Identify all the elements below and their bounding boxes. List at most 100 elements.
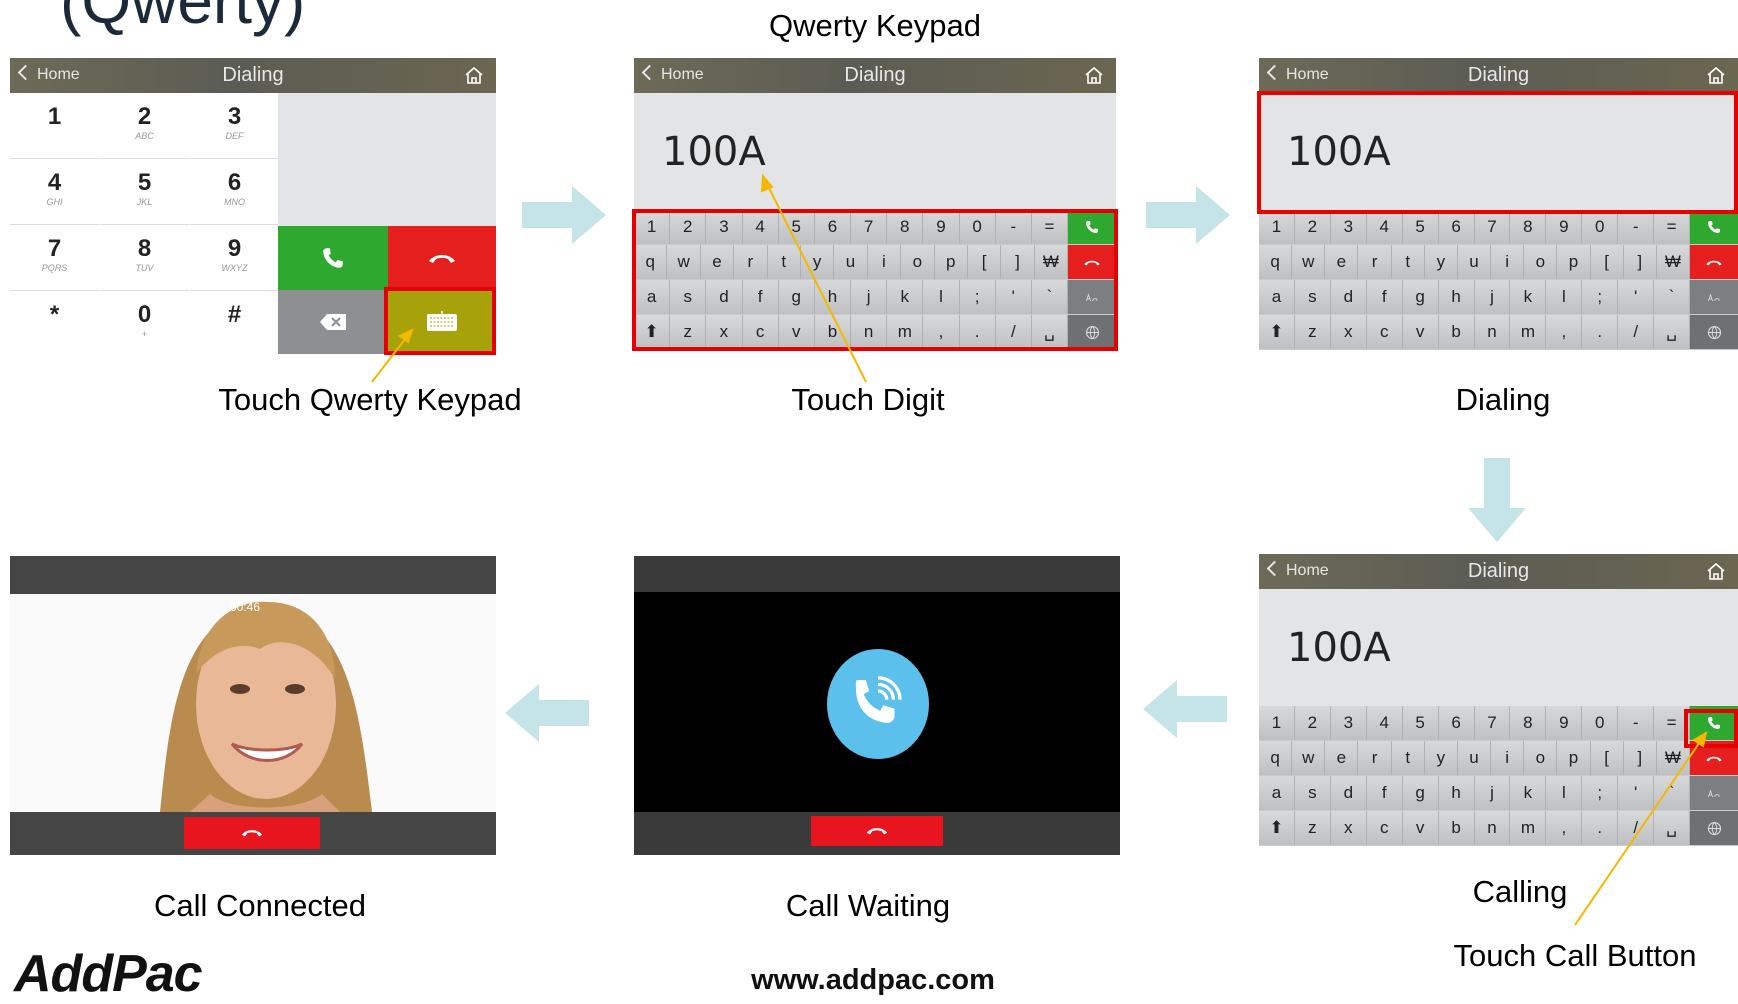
dial-key-4[interactable]: 4 GHI: [10, 159, 99, 225]
keyboard-key[interactable]: c: [742, 315, 779, 349]
globe-key[interactable]: [1068, 315, 1116, 349]
keyboard-key[interactable]: 6: [1438, 706, 1475, 740]
keyboard-key[interactable]: m: [887, 315, 924, 349]
keyboard-key[interactable]: d: [1330, 280, 1367, 314]
dial-key-0[interactable]: 0 +: [100, 291, 189, 354]
keyboard-key[interactable]: ,: [923, 315, 960, 349]
keyboard-key[interactable]: j: [851, 280, 888, 314]
keyboard-key[interactable]: =: [1031, 210, 1069, 244]
call-key[interactable]: [1690, 210, 1738, 244]
hangup-key[interactable]: [1690, 741, 1738, 775]
keyboard-key[interactable]: .: [1582, 315, 1619, 349]
call-button[interactable]: [278, 226, 388, 290]
keyboard-key[interactable]: h: [814, 280, 852, 314]
house-icon[interactable]: [1706, 561, 1726, 581]
keyboard-key[interactable]: 5: [1402, 210, 1439, 244]
keyboard-key[interactable]: b: [1438, 811, 1475, 845]
keyboard-key[interactable]: ': [995, 280, 1032, 314]
keyboard-key[interactable]: 0: [959, 210, 996, 244]
keyboard-key[interactable]: u: [834, 245, 868, 279]
keyboard-key[interactable]: 2: [1294, 210, 1331, 244]
keyboard-key[interactable]: v: [778, 315, 815, 349]
call-key[interactable]: [1690, 706, 1738, 740]
keyboard-key[interactable]: w: [1292, 741, 1326, 775]
dial-key-3[interactable]: 3 DEF: [190, 93, 279, 159]
keyboard-key[interactable]: 8: [1510, 210, 1547, 244]
keyboard-key[interactable]: 8: [887, 210, 924, 244]
keyboard-key[interactable]: o: [1524, 741, 1558, 775]
keyboard-key[interactable]: t: [1391, 741, 1425, 775]
hangup-key[interactable]: [1690, 245, 1738, 279]
house-icon[interactable]: [464, 65, 484, 85]
keyboard-key[interactable]: y: [1424, 245, 1458, 279]
keyboard-key[interactable]: l: [1546, 280, 1583, 314]
keyboard-key[interactable]: ]: [1001, 245, 1035, 279]
keyboard-key[interactable]: s: [670, 280, 707, 314]
lang-key[interactable]: [1690, 280, 1738, 314]
keyboard-key[interactable]: `: [1654, 280, 1691, 314]
keyboard-key[interactable]: q: [1259, 741, 1293, 775]
keyboard-key[interactable]: y: [800, 245, 835, 279]
keyboard-key[interactable]: c: [1366, 811, 1403, 845]
keyboard-key[interactable]: /: [995, 315, 1032, 349]
keyboard-key[interactable]: j: [1474, 280, 1511, 314]
keyboard-key[interactable]: 1: [634, 210, 671, 244]
keyboard-key[interactable]: g: [1402, 280, 1439, 314]
keyboard-key[interactable]: m: [1510, 315, 1547, 349]
keyboard-key[interactable]: ;: [1582, 280, 1619, 314]
keyboard-key[interactable]: d: [1330, 776, 1367, 810]
keyboard-key[interactable]: 5: [1402, 706, 1439, 740]
keyboard-key[interactable]: z: [1294, 811, 1331, 845]
dial-key-6[interactable]: 6 MNO: [190, 159, 279, 225]
keyboard-key[interactable]: z: [1294, 315, 1331, 349]
keyboard-key[interactable]: 3: [1330, 210, 1367, 244]
keyboard-key[interactable]: n: [1474, 811, 1511, 845]
keyboard-key[interactable]: 9: [1546, 706, 1583, 740]
keyboard-key[interactable]: 4: [1366, 210, 1403, 244]
keyboard-key[interactable]: h: [1438, 280, 1475, 314]
keyboard-key[interactable]: p: [1557, 245, 1591, 279]
keyboard-key[interactable]: l: [923, 280, 960, 314]
keyboard-key[interactable]: u: [1457, 741, 1492, 775]
keyboard-key[interactable]: 4: [1366, 706, 1403, 740]
keyboard-key[interactable]: p: [934, 245, 968, 279]
dial-key-star[interactable]: *: [10, 291, 99, 354]
keyboard-key[interactable]: 2: [1294, 706, 1331, 740]
hangup-button[interactable]: [811, 816, 943, 846]
keyboard-key[interactable]: ␣: [1654, 811, 1691, 845]
keyboard-key[interactable]: /: [1618, 315, 1655, 349]
keyboard-key[interactable]: e: [1325, 245, 1359, 279]
keyboard-key[interactable]: i: [1491, 741, 1525, 775]
keyboard-key[interactable]: 1: [1259, 706, 1295, 740]
keyboard-key[interactable]: i: [867, 245, 902, 279]
keyboard-key[interactable]: b: [814, 315, 852, 349]
lang-key[interactable]: [1690, 776, 1738, 810]
keyboard-key[interactable]: n: [851, 315, 888, 349]
keyboard-key[interactable]: ⬆: [634, 315, 671, 349]
keyboard-key[interactable]: ,: [1546, 315, 1583, 349]
keyboard-key[interactable]: a: [634, 280, 671, 314]
house-icon[interactable]: [1706, 65, 1726, 85]
keyboard-key[interactable]: d: [706, 280, 743, 314]
keyboard-key[interactable]: .: [959, 315, 996, 349]
keyboard-key[interactable]: x: [1330, 811, 1367, 845]
keyboard-key[interactable]: ₩: [1656, 741, 1691, 775]
keyboard-key[interactable]: b: [1438, 315, 1475, 349]
keyboard-key[interactable]: e: [1325, 741, 1359, 775]
keyboard-key[interactable]: ₩: [1034, 245, 1069, 279]
keyboard-key[interactable]: =: [1654, 210, 1691, 244]
keyboard-key[interactable]: `: [1654, 776, 1691, 810]
keyboard-key[interactable]: 6: [1438, 210, 1475, 244]
keyboard-key[interactable]: -: [1618, 210, 1655, 244]
keyboard-key[interactable]: 4: [742, 210, 779, 244]
keyboard-key[interactable]: r: [1358, 741, 1392, 775]
keyboard-key[interactable]: x: [1330, 315, 1367, 349]
keyboard-key[interactable]: f: [1366, 776, 1403, 810]
dial-key-2[interactable]: 2 ABC: [100, 93, 189, 159]
keyboard-key[interactable]: r: [734, 245, 768, 279]
keyboard-key[interactable]: m: [1510, 811, 1547, 845]
keyboard-key[interactable]: w: [1292, 245, 1326, 279]
keyboard-key[interactable]: 1: [1259, 210, 1295, 244]
keyboard-key[interactable]: c: [1366, 315, 1403, 349]
keyboard-key[interactable]: 0: [1582, 210, 1619, 244]
